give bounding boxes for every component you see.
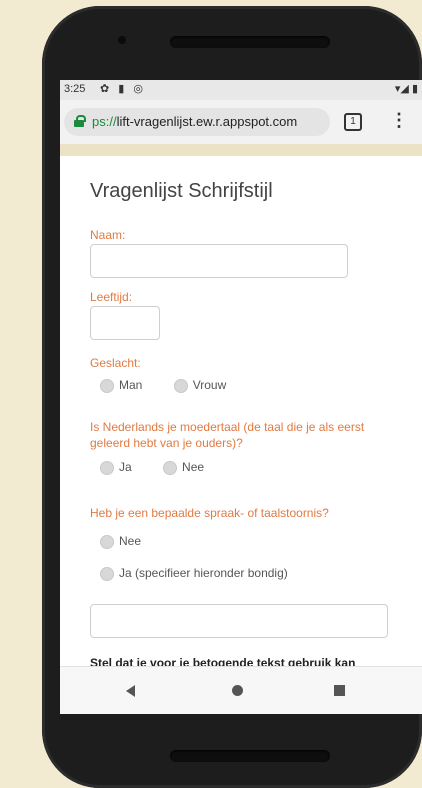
signal-battery-icons: ▾◢ ▮ [394,83,418,95]
notification-icons: ✿ ▮ ◎ [100,83,146,95]
radio-label: Ja [119,460,132,475]
tab-switcher-button[interactable]: 1 [344,113,362,131]
radio-button-icon[interactable] [100,461,114,476]
page-title: Vragenlijst Schrijfstijl [90,180,273,202]
radio-label: Vrouw [192,378,227,393]
radio-nee[interactable]: Nee [163,460,205,476]
url-scheme: ps:// [92,114,117,129]
radio-ja[interactable]: Ja [100,460,132,476]
radio-man[interactable]: Man [100,378,143,394]
url-field[interactable]: ps://lift-vragenlijst.ew.r.appspot.com [64,108,330,136]
status-bar: 3:25 ✿ ▮ ◎ ▾◢ ▮ [60,80,422,100]
url-host: lift-vragenlijst.ew.r.appspot.com [116,114,298,129]
geslacht-options: Man Vrouw [100,378,254,394]
stoornis-label: Heb je een bepaalde spraak- of taalstoor… [90,506,329,520]
bottom-speaker [170,750,330,762]
stoornis-option-nee[interactable]: Nee [100,534,141,549]
leeftijd-input[interactable] [90,306,160,340]
naam-input[interactable] [90,244,348,278]
moedertaal-label-line2: geleerd hebt van je ouders)? [90,436,243,450]
radio-label: Nee [182,460,205,475]
geslacht-label: Geslacht: [90,356,141,370]
radio-button-icon[interactable] [163,461,178,476]
radio-button-icon[interactable] [100,534,114,549]
stoornis-option-ja[interactable]: Ja (specifieer hieronder bondig) [100,566,288,581]
page-header-strip [60,144,422,156]
form-content: Vragenlijst Schrijfstijl Naam: Leeftijd:… [60,156,422,670]
top-speaker [170,36,330,48]
radio-button-icon[interactable] [173,379,188,394]
back-triangle-icon[interactable] [126,685,135,697]
radio-vrouw[interactable]: Vrouw [173,378,227,394]
status-time: 3:25 [64,83,86,95]
phone-frame: 3:25 ✿ ▮ ◎ ▾◢ ▮ ps://lift-vragenlijst.ew… [42,6,422,788]
stoornis-specify-input[interactable] [90,604,388,638]
url-text: ps://lift-vragenlijst.ew.r.appspot.com [92,114,297,129]
android-nav-bar [60,666,422,714]
radio-label: Nee [119,534,142,548]
radio-button-icon[interactable] [100,379,114,394]
recent-square-icon[interactable] [334,685,345,696]
radio-button-icon[interactable] [100,566,114,581]
naam-label: Naam: [90,228,126,242]
moedertaal-label-line1: Is Nederlands je moedertaal (de taal die… [90,420,365,434]
home-circle-icon[interactable] [232,685,243,696]
lock-icon [74,115,86,127]
overflow-menu-icon[interactable]: ⋮ [390,110,408,131]
radio-label: Man [119,378,143,393]
moedertaal-options: Ja Nee [100,460,232,476]
phone-screen: 3:25 ✿ ▮ ◎ ▾◢ ▮ ps://lift-vragenlijst.ew… [60,80,422,714]
leeftijd-label: Leeftijd: [90,290,133,304]
radio-label: Ja (specifieer hieronder bondig) [119,566,288,580]
camera-icon [118,36,126,44]
browser-address-bar: ps://lift-vragenlijst.ew.r.appspot.com 1… [60,100,422,144]
